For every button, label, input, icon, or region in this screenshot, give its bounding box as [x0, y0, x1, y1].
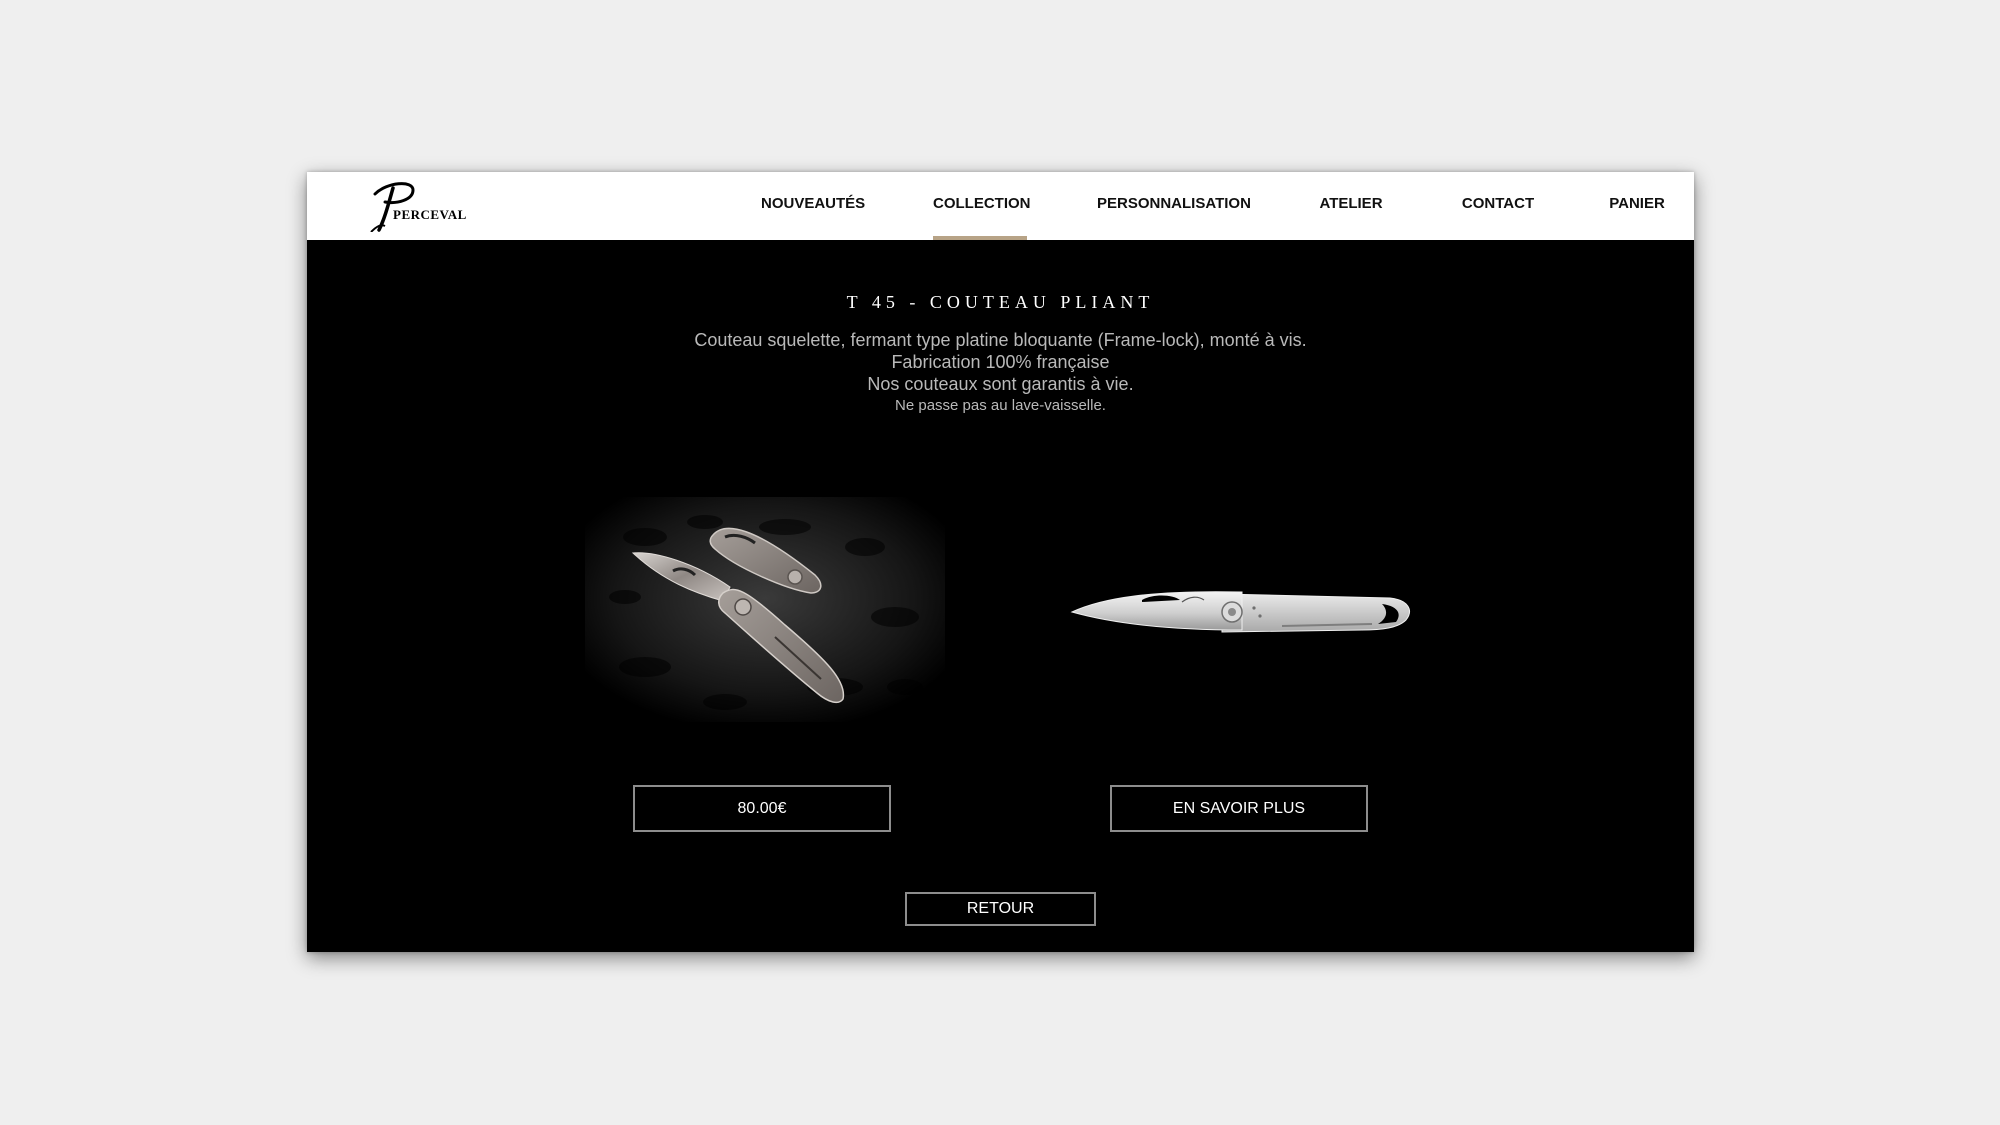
brand-logo[interactable]: PERCEVAL	[367, 180, 497, 232]
product-description-line: Ne passe pas au lave-vaisselle.	[895, 397, 1106, 414]
product-description-line: Nos couteaux sont garantis à vie.	[867, 374, 1134, 394]
product-photo-knife-profile[interactable]	[1062, 572, 1422, 652]
product-description-line: Fabrication 100% française	[891, 352, 1110, 372]
price-button[interactable]: 80.00€	[633, 785, 891, 832]
nav-contact[interactable]: CONTACT	[1461, 172, 1535, 240]
nav-atelier[interactable]: ATELIER	[1319, 172, 1383, 240]
product-title: T 45 - COUTEAU PLIANT	[846, 292, 1155, 312]
logo-p-icon	[370, 182, 415, 232]
back-button[interactable]: RETOUR	[905, 892, 1096, 926]
nav-panier[interactable]: PANIER	[1609, 172, 1665, 240]
product-description-line: Couteau squelette, fermant type platine …	[694, 330, 1307, 350]
site-window: PERCEVAL NOUVEAUTÉS COLLECTION PERSONNAL…	[307, 172, 1694, 952]
product-photo-open-knives[interactable]	[585, 497, 945, 722]
nav-collection[interactable]: COLLECTION	[933, 172, 1031, 240]
nav-nouveautes[interactable]: NOUVEAUTÉS	[761, 172, 865, 240]
logo-text: PERCEVAL	[393, 207, 467, 222]
learn-more-button[interactable]: EN SAVOIR PLUS	[1110, 785, 1368, 832]
nav-personnalisation[interactable]: PERSONNALISATION	[1097, 172, 1251, 240]
site-header: PERCEVAL NOUVEAUTÉS COLLECTION PERSONNAL…	[307, 172, 1694, 240]
